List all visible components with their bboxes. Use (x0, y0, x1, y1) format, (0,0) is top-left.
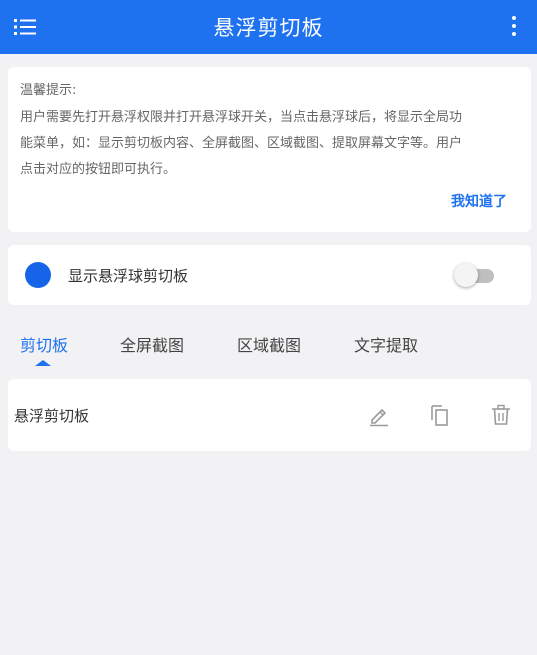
edit-button[interactable] (367, 403, 391, 427)
floating-ball-toggle-row: 显示悬浮球剪切板 (8, 245, 531, 305)
tip-line-3: 点击对应的按钮即可执行。 (20, 162, 177, 177)
clip-text: 悬浮剪切板 (14, 406, 90, 425)
tab-bar: 剪切板 全屏截图 区域截图 文字提取 (0, 322, 537, 370)
copy-icon (431, 405, 448, 426)
more-vertical-icon (512, 16, 516, 36)
got-it-button[interactable]: 我知道了 (451, 191, 507, 211)
active-tab-indicator (35, 360, 51, 366)
app-title: 悬浮剪切板 (213, 16, 324, 40)
tip-body: 用户需要先打开悬浮权限并打开悬浮球开关，当点击悬浮球后，将显示全局功 能菜单，如… (20, 105, 519, 183)
tab-region-capture[interactable]: 区域截图 (237, 332, 301, 356)
tip-line-2: 能菜单，如：显示剪切板内容、全屏截图、区域截图、提取屏幕文字等。用户 (20, 136, 463, 151)
floating-ball-label: 显示悬浮球剪切板 (68, 266, 189, 285)
list-menu-icon (14, 19, 36, 35)
tip-card: 温馨提示: 用户需要先打开悬浮权限并打开悬浮球开关，当点击悬浮球后，将显示全局功… (8, 67, 531, 232)
floating-ball-switch[interactable] (454, 263, 494, 287)
clip-item[interactable]: 悬浮剪切板 (8, 379, 531, 451)
trash-icon (492, 404, 510, 425)
tab-clipboard[interactable]: 剪切板 (20, 332, 68, 356)
tab-text-extract[interactable]: 文字提取 (354, 332, 418, 356)
copy-button[interactable] (428, 403, 452, 427)
switch-knob (454, 263, 478, 287)
app-bar: 悬浮剪切板 (0, 0, 537, 54)
pencil-icon (370, 408, 388, 427)
tip-line-1: 用户需要先打开悬浮权限并打开悬浮球开关，当点击悬浮球后，将显示全局功 (20, 110, 463, 125)
more-options-button[interactable] (505, 12, 523, 40)
blue-dot-icon (25, 262, 51, 288)
tip-title: 温馨提示: (20, 83, 77, 98)
delete-button[interactable] (489, 403, 513, 427)
tab-fullscreen-capture[interactable]: 全屏截图 (120, 332, 184, 356)
menu-button[interactable] (12, 14, 38, 40)
